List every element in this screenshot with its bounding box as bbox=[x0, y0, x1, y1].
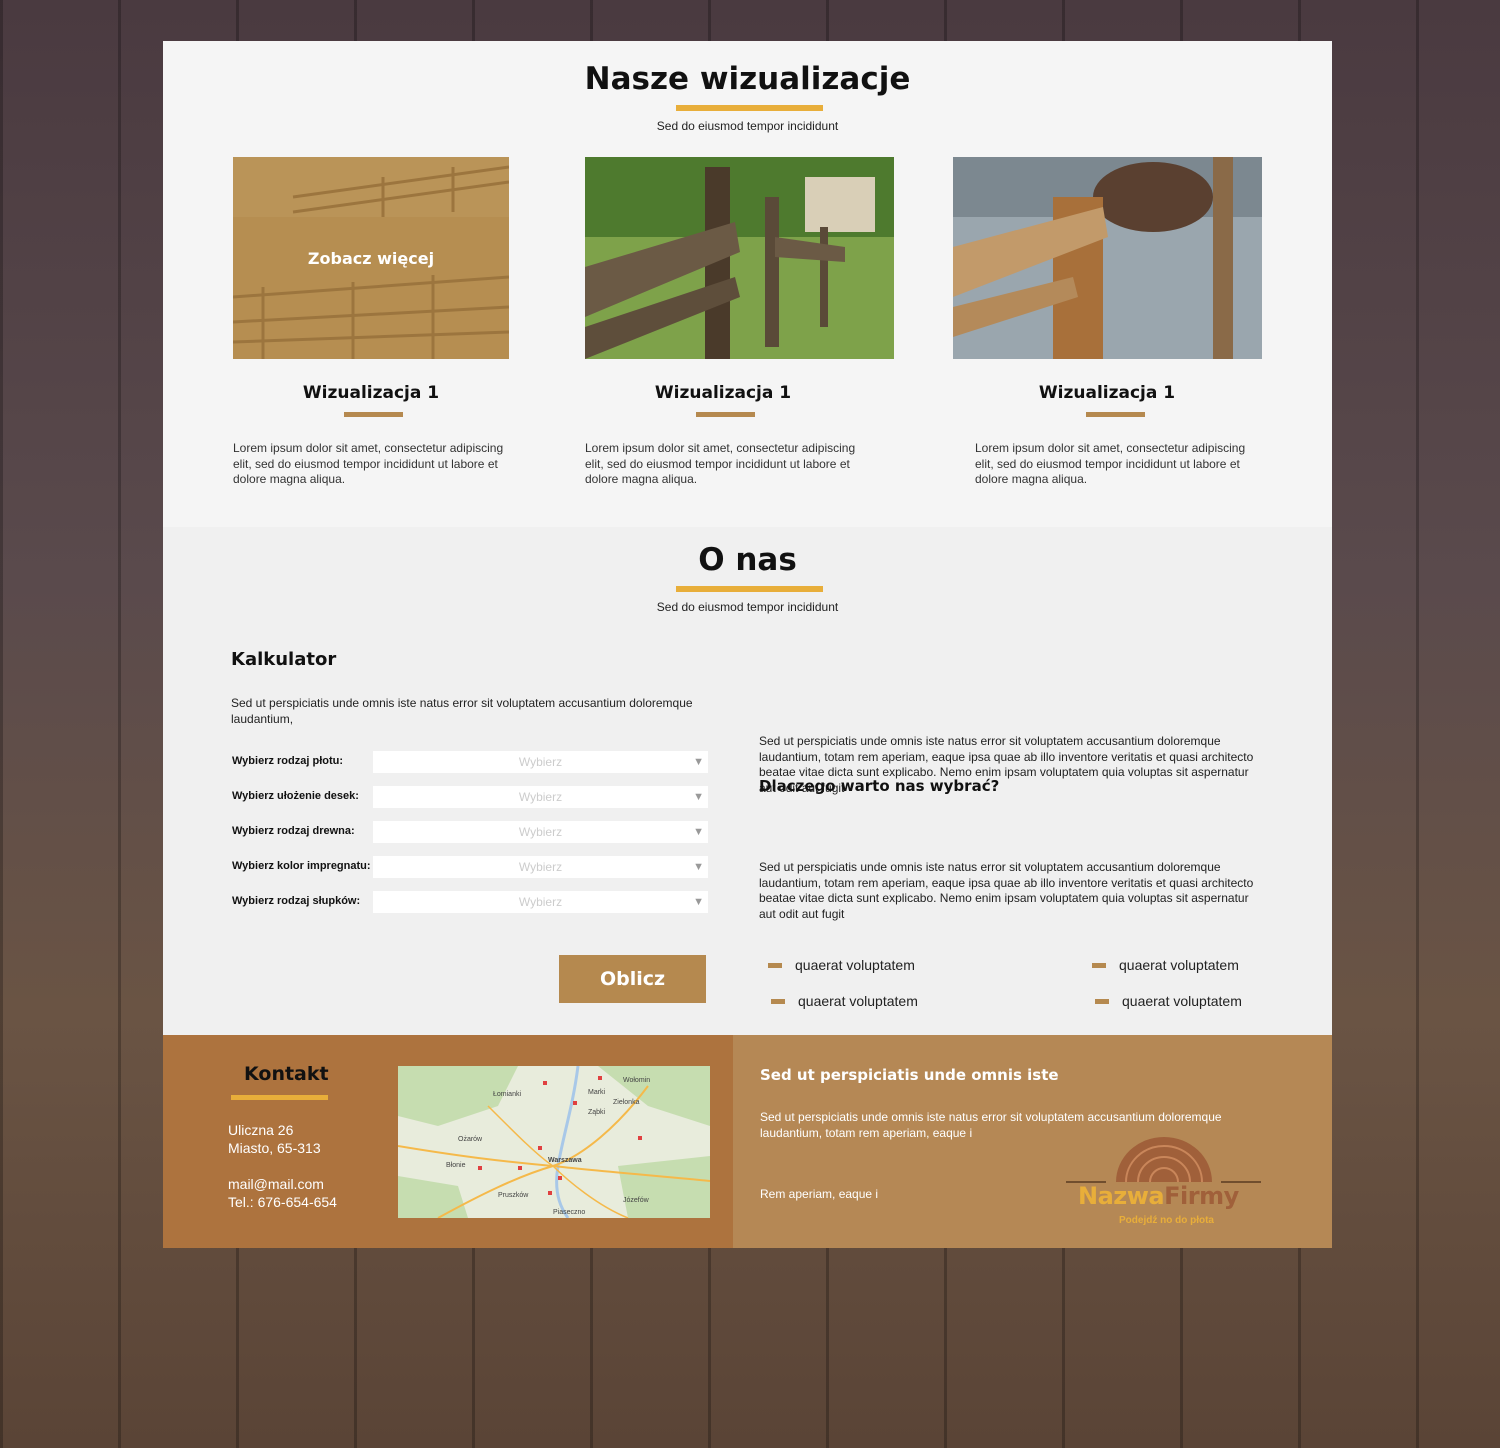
see-more-link[interactable]: Zobacz więcej bbox=[308, 249, 434, 268]
card-underline bbox=[1086, 412, 1145, 417]
select-value: Wybierz bbox=[518, 755, 563, 769]
bullet-text: quaerat voluptatem bbox=[798, 993, 918, 1009]
footer-title: Sed ut perspiciatis unde omnis iste bbox=[760, 1066, 1059, 1084]
contact-email[interactable]: mail@mail.com bbox=[228, 1176, 324, 1192]
card-title: Wizualizacja 1 bbox=[1038, 383, 1176, 403]
visualizations-section: Nasze wizualizacje Sed do eiusmod tempor… bbox=[163, 41, 1332, 527]
card-text: Lorem ipsum dolor sit amet, consectetur … bbox=[975, 441, 1246, 486]
card-underline bbox=[696, 412, 755, 417]
feature-bullet: quaerat voluptatem bbox=[1092, 957, 1239, 973]
bullet-text: quaerat voluptatem bbox=[1119, 957, 1239, 973]
calculator-row: Wybierz rodzaj płotu: Wybierz ▼ bbox=[231, 751, 709, 773]
board-layout-select[interactable]: Wybierz ▼ bbox=[373, 786, 708, 808]
calculator-row: Wybierz rodzaj drewna: Wybierz ▼ bbox=[231, 821, 709, 843]
contact-title: Kontakt bbox=[244, 1063, 329, 1085]
bullet-icon bbox=[1092, 963, 1106, 968]
why-us-title: Dlaczego warto nas wybrać? bbox=[759, 777, 1000, 795]
svg-text:Pruszków: Pruszków bbox=[498, 1192, 529, 1199]
fence-type-label: Wybierz rodzaj płotu: bbox=[232, 755, 344, 767]
post-type-label: Wybierz rodzaj słupków: bbox=[232, 895, 361, 907]
fence-image[interactable]: Zobacz więcej bbox=[233, 157, 509, 359]
svg-text:Błonie: Błonie bbox=[446, 1162, 466, 1169]
svg-text:Ząbki: Ząbki bbox=[588, 1109, 606, 1116]
calculator-row: Wybierz kolor impregnatu: Wybierz ▼ bbox=[231, 856, 709, 878]
feature-bullet: quaerat voluptatem bbox=[1095, 993, 1242, 1009]
card-text: Lorem ipsum dolor sit amet, consectetur … bbox=[585, 441, 856, 486]
calculator-row: Wybierz ułożenie desek: Wybierz ▼ bbox=[231, 786, 709, 808]
dropdown-arrow-icon: ▼ bbox=[693, 756, 704, 768]
title-underline bbox=[676, 586, 823, 592]
feature-bullet: quaerat voluptatem bbox=[771, 993, 918, 1009]
select-value: Wybierz bbox=[518, 895, 563, 909]
svg-text:Łomianki: Łomianki bbox=[493, 1091, 521, 1098]
dropdown-arrow-icon: ▼ bbox=[693, 826, 704, 838]
svg-text:Warszawa: Warszawa bbox=[548, 1157, 582, 1164]
image-overlay[interactable]: Zobacz więcej bbox=[233, 157, 509, 359]
address-city: Miasto, 65-313 bbox=[228, 1140, 321, 1156]
calculator-row: Wybierz rodzaj słupków: Wybierz ▼ bbox=[231, 891, 709, 913]
board-layout-label: Wybierz ułożenie desek: bbox=[232, 790, 359, 802]
visualizations-title: Nasze wizualizacje bbox=[584, 61, 911, 97]
svg-text:Zielonka: Zielonka bbox=[613, 1099, 640, 1106]
dropdown-arrow-icon: ▼ bbox=[693, 861, 704, 873]
svg-text:Wołomin: Wołomin bbox=[623, 1077, 650, 1084]
select-value: Wybierz bbox=[518, 825, 563, 839]
svg-text:Józefów: Józefów bbox=[623, 1197, 650, 1204]
calculator-title: Kalkulator bbox=[231, 649, 337, 670]
svg-text:Ożarów: Ożarów bbox=[458, 1136, 483, 1143]
calculate-button[interactable]: Oblicz bbox=[559, 955, 706, 1003]
info-footer: Sed ut perspiciatis unde omnis iste Sed … bbox=[733, 1035, 1332, 1248]
about-title: O nas bbox=[698, 542, 797, 578]
contact-phone[interactable]: Tel.: 676-654-654 bbox=[228, 1194, 337, 1210]
dropdown-arrow-icon: ▼ bbox=[693, 791, 704, 803]
calculator-description: Sed ut perspiciatis unde omnis iste natu… bbox=[231, 696, 693, 726]
feature-bullet: quaerat voluptatem bbox=[768, 957, 915, 973]
stain-color-label: Wybierz kolor impregnatu: bbox=[232, 860, 371, 872]
wood-type-select[interactable]: Wybierz ▼ bbox=[373, 821, 708, 843]
fence-type-select[interactable]: Wybierz ▼ bbox=[373, 751, 708, 773]
stain-color-select[interactable]: Wybierz ▼ bbox=[373, 856, 708, 878]
card-text: Lorem ipsum dolor sit amet, consectetur … bbox=[233, 441, 504, 486]
address-street: Uliczna 26 bbox=[228, 1122, 294, 1138]
title-underline bbox=[676, 105, 823, 111]
bullet-icon bbox=[771, 999, 785, 1004]
contact-underline bbox=[231, 1095, 328, 1100]
about-section: O nas Sed do eiusmod tempor incididunt K… bbox=[163, 527, 1332, 1035]
fence-image[interactable] bbox=[953, 157, 1262, 359]
bullet-text: quaerat voluptatem bbox=[1122, 993, 1242, 1009]
svg-text:Piaseczno: Piaseczno bbox=[553, 1209, 585, 1216]
bullet-icon bbox=[1095, 999, 1109, 1004]
card-title: Wizualizacja 1 bbox=[302, 383, 440, 403]
footer-small-text: Rem aperiam, eaque i bbox=[760, 1187, 879, 1201]
bullet-icon bbox=[768, 963, 782, 968]
dropdown-arrow-icon: ▼ bbox=[693, 896, 704, 908]
wood-type-label: Wybierz rodzaj drewna: bbox=[232, 825, 355, 837]
company-logo[interactable]: NazwaFirmy Podejdź no do płota bbox=[1066, 1135, 1266, 1235]
about-subtitle: Sed do eiusmod tempor incididunt bbox=[656, 600, 839, 614]
svg-text:Marki: Marki bbox=[588, 1089, 606, 1096]
fence-image[interactable] bbox=[585, 157, 894, 359]
card-title: Wizualizacja 1 bbox=[654, 383, 792, 403]
contact-footer: Kontakt Uliczna 26 Miasto, 65-313 mail@m… bbox=[163, 1035, 733, 1248]
select-value: Wybierz bbox=[518, 860, 563, 874]
logo-tagline: Podejdź no do płota bbox=[1119, 1215, 1214, 1226]
card-underline bbox=[344, 412, 403, 417]
visualizations-subtitle: Sed do eiusmod tempor incididunt bbox=[656, 119, 839, 133]
page-container: Nasze wizualizacje Sed do eiusmod tempor… bbox=[163, 41, 1332, 1248]
logo-name: NazwaFirmy bbox=[1078, 1182, 1239, 1210]
bullet-text: quaerat voluptatem bbox=[795, 957, 915, 973]
why-us-text: Sed ut perspiciatis unde omnis iste natu… bbox=[759, 860, 1254, 921]
location-map[interactable]: Warszawa Pruszków Marki Ząbki Zielonka W… bbox=[398, 1066, 710, 1218]
post-type-select[interactable]: Wybierz ▼ bbox=[373, 891, 708, 913]
select-value: Wybierz bbox=[518, 790, 563, 804]
